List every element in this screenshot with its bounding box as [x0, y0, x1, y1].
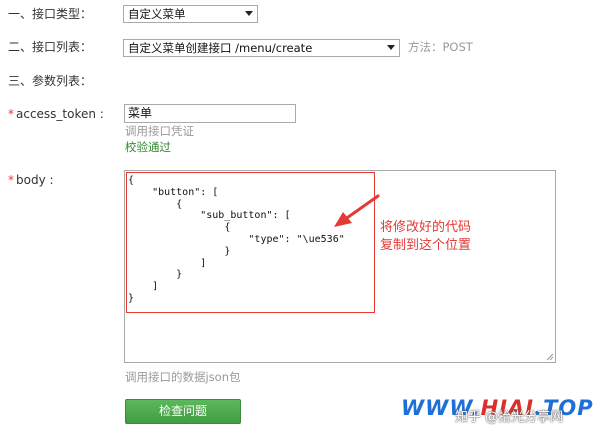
chevron-down-icon [245, 11, 253, 16]
body-label: * body : [8, 172, 54, 188]
access-token-input[interactable]: 菜单 [124, 104, 296, 123]
check-issues-button[interactable]: 检查问题 [125, 399, 241, 424]
interface-list-select[interactable]: 自定义菜单创建接口 /menu/create [123, 39, 400, 57]
interface-type-select[interactable]: 自定义菜单 [123, 5, 258, 23]
interface-type-label: 一、接口类型： [8, 7, 93, 21]
interface-type-value: 自定义菜单 [128, 7, 186, 21]
interface-list-label: 二、接口列表： [8, 40, 93, 54]
access-token-value: 菜单 [128, 106, 153, 120]
access-token-hint: 调用接口凭证 [125, 124, 194, 138]
body-hint: 调用接口的数据json包 [125, 370, 241, 384]
access-token-label: * access_token : [8, 106, 104, 122]
params-label: 三、参数列表： [8, 74, 93, 88]
annotation-line2: 复制到这个位置 [380, 238, 472, 253]
access-token-label-text: access_token : [16, 107, 104, 121]
watermark-text: 知乎 @拾光分享网 [455, 410, 564, 425]
required-mark: * [8, 107, 14, 121]
annotation-line1: 将修改好的代码 [380, 220, 472, 235]
chevron-down-icon [387, 45, 395, 50]
method-text: 方法：POST [408, 40, 473, 54]
access-token-status: 校验通过 [125, 140, 171, 154]
interface-list-value: 自定义菜单创建接口 /menu/create [128, 41, 313, 55]
arrow-icon [334, 194, 380, 227]
required-mark: * [8, 173, 14, 187]
resize-handle-icon[interactable] [546, 353, 554, 361]
body-label-text: body : [16, 173, 54, 187]
